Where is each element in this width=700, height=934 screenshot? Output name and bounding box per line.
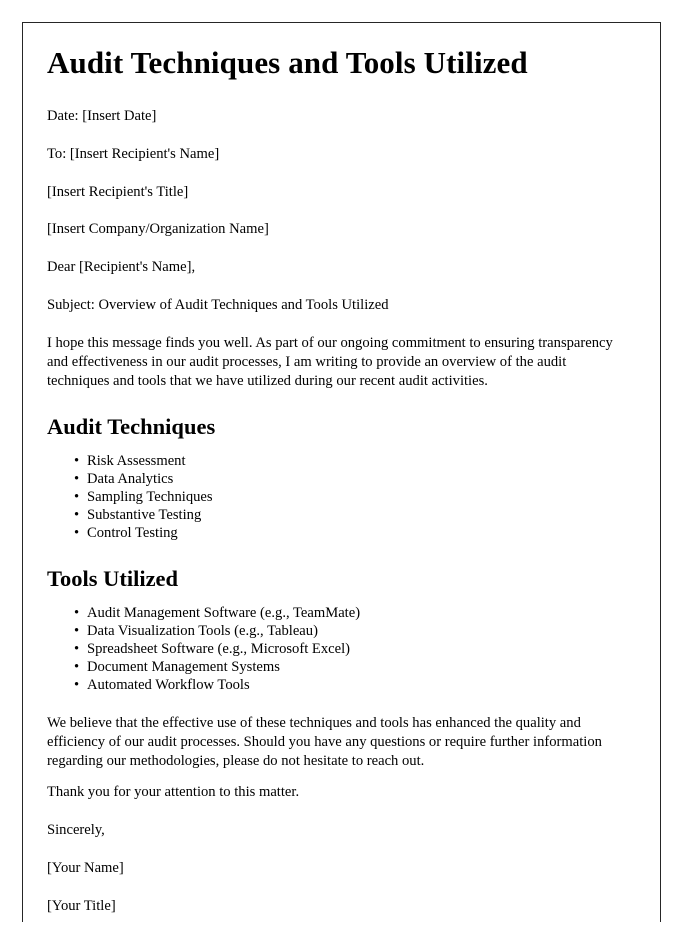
list-item: • Sampling Techniques [74,488,631,506]
list-item-label: Automated Workflow Tools [87,677,250,694]
bullet-icon: • [74,604,80,621]
list-item: • Audit Management Software (e.g., TeamM… [74,604,631,622]
letter-date-line: Date: [Insert Date] [47,107,157,124]
section-heading-audit-techniques: Audit Techniques [47,413,216,439]
document-page: Audit Techniques and Tools Utilized Date… [22,22,661,922]
bullet-icon: • [74,640,80,657]
tools-utilized-list: • Audit Management Software (e.g., TeamM… [47,604,631,695]
list-item-label: Sampling Techniques [87,489,213,506]
list-item: • Spreadsheet Software (e.g., Microsoft … [74,640,631,658]
document-body: Audit Techniques and Tools Utilized Date… [47,45,631,934]
letter-company-line: [Insert Company/Organization Name] [47,221,269,238]
list-item-label: Data Analytics [87,470,174,487]
closing-paragraph: We believe that the effective use of the… [47,715,602,770]
bullet-icon: • [74,677,80,694]
bullet-icon: • [74,622,80,639]
bullet-icon: • [74,525,80,542]
letter-recipient-title-line: [Insert Recipient's Title] [47,183,189,200]
list-item: • Substantive Testing [74,506,631,524]
section-heading-tools-utilized: Tools Utilized [47,565,179,591]
list-item: • Data Visualization Tools (e.g., Tablea… [74,622,631,640]
letter-salutation-line: Dear [Recipient's Name], [47,259,196,276]
list-item: • Automated Workflow Tools [74,676,631,694]
letter-recipient-name-line: To: [Insert Recipient's Name] [47,145,220,162]
list-item-label: Substantive Testing [87,507,202,524]
list-item-label: Spreadsheet Software (e.g., Microsoft Ex… [87,640,351,657]
bullet-icon: • [74,489,80,506]
list-item: • Control Testing [74,524,631,542]
signature-title-line: [Your Title] [47,897,116,914]
intro-paragraph: I hope this message finds you well. As p… [47,334,613,389]
thanks-line: Thank you for your attention to this mat… [47,784,300,801]
list-item-label: Audit Management Software (e.g., TeamMat… [87,604,361,621]
bullet-icon: • [74,470,80,487]
list-item: • Document Management Systems [74,658,631,676]
list-item-label: Data Visualization Tools (e.g., Tableau) [87,622,318,639]
bullet-icon: • [74,507,80,524]
signoff-line: Sincerely, [47,822,105,839]
page-title: Audit Techniques and Tools Utilized [47,45,528,80]
bullet-icon: • [74,658,80,675]
signature-name-line: [Your Name] [47,859,124,876]
list-item-label: Risk Assessment [87,452,186,469]
audit-techniques-list: • Risk Assessment • Data Analytics • Sam… [47,452,631,543]
list-item: • Data Analytics [74,470,631,488]
list-item-label: Control Testing [87,525,178,542]
list-item-label: Document Management Systems [87,658,280,675]
bullet-icon: • [74,452,80,469]
list-item: • Risk Assessment [74,452,631,470]
letter-subject-line: Subject: Overview of Audit Techniques an… [47,297,389,314]
